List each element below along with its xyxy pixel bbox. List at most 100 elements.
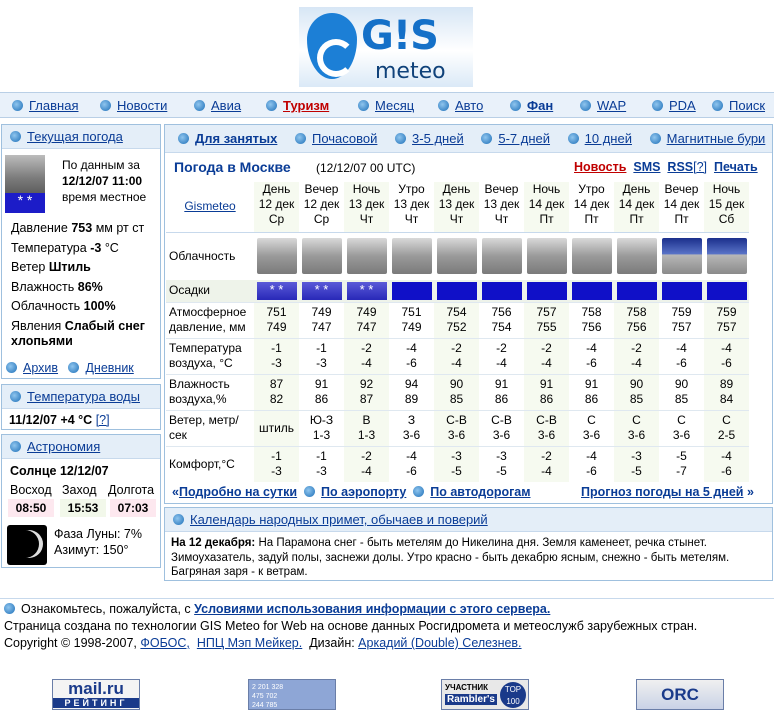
nav-label[interactable]: Главная — [29, 98, 78, 113]
news-link[interactable]: Новость — [574, 160, 626, 174]
nav-pda[interactable]: PDA — [652, 98, 696, 113]
nav-search[interactable]: Поиск — [712, 98, 765, 113]
source-link[interactable]: Gismeteo — [184, 199, 235, 213]
calendar-link[interactable]: Календарь народных примет, обычаев и пов… — [190, 512, 488, 527]
source-cell: Gismeteo — [166, 182, 254, 232]
nav-auto[interactable]: Авто — [438, 98, 483, 113]
cloud-icon — [301, 238, 342, 275]
row-label: Облачность — [169, 248, 236, 263]
value-cell: С 2-5 — [704, 410, 749, 446]
arrow-icon — [4, 603, 15, 614]
precip-icon — [436, 281, 477, 300]
tab-3-5[interactable]: 3-5 дней — [395, 131, 464, 146]
value-cell: -4 -6 — [704, 446, 749, 482]
arrow-icon — [510, 100, 521, 111]
tab-5-7[interactable]: 5-7 дней — [481, 131, 550, 146]
hum-row: Влажность воздуха,% 87 82 91 86 92 87 94 89 90 85 9… — [166, 374, 749, 410]
nav-tourism[interactable]: Туризм — [266, 98, 329, 113]
nav-wap[interactable]: WAP — [580, 98, 626, 113]
nav-avia[interactable]: Авиа — [194, 98, 241, 113]
author-link[interactable]: Аркадий (Double) Селезнев. — [358, 636, 521, 650]
column-header: Ночь 13 дек Чт — [344, 182, 389, 232]
water-temp-link[interactable]: Температура воды — [27, 389, 140, 404]
arrow-icon — [413, 486, 425, 497]
archive-link[interactable]: Архив — [23, 361, 58, 375]
sms-link[interactable]: SMS — [633, 160, 660, 174]
site-logo[interactable]: G!S meteo — [299, 7, 473, 87]
precip-icon — [526, 281, 567, 300]
nav-label[interactable]: Новости — [117, 98, 167, 113]
nav-label[interactable]: Авто — [455, 98, 483, 113]
tab-busy[interactable]: Для занятых — [178, 131, 277, 146]
mailru-rating-banner[interactable]: mail.ru РЕЙТИНГ — [52, 679, 140, 710]
value-cell: 87 82 — [254, 374, 299, 410]
column-header: Утро 14 дек Пт — [573, 182, 610, 226]
roads-link[interactable]: По автодорогам — [430, 485, 530, 499]
nav-news[interactable]: Новости — [100, 98, 167, 113]
tab-magnetic[interactable]: Магнитные бури — [649, 131, 765, 146]
value-cell: -4 -6 — [586, 449, 597, 479]
diary-link[interactable]: Дневник — [85, 361, 133, 375]
rss-link[interactable]: RSS — [667, 160, 693, 174]
cloud-icon — [526, 238, 567, 275]
value-cell: С 3-6 — [614, 410, 659, 446]
value-cell: -2 -4 — [524, 446, 569, 482]
airport-link[interactable]: По аэропорту — [321, 485, 406, 499]
column-header: Ночь 15 дек Сб — [704, 182, 749, 232]
fobos-link[interactable]: ФОБОС, — [140, 636, 190, 650]
rambler-top100-banner[interactable]: УЧАСТНИК Rambler's TOP 100 — [441, 679, 529, 710]
astronomy-link[interactable]: Астрономия — [27, 439, 100, 454]
orc-banner[interactable]: ORC — [636, 679, 724, 710]
arrow-icon — [68, 362, 80, 373]
astronomy-box: Астрономия Солнце 12/12/07 Восход Заход … — [1, 434, 161, 568]
nav-month[interactable]: Месяц — [358, 98, 414, 113]
current-weather-box: Текущая погода * * По данным за 12/12/07… — [1, 124, 161, 379]
help-link[interactable]: [?] — [96, 413, 110, 427]
value-cell: -3 -5 — [496, 449, 507, 479]
current-weather-link[interactable]: Текущая погода — [27, 129, 123, 144]
value-cell: -4 -6 — [406, 341, 417, 370]
value-cell: 91 86 — [314, 377, 329, 406]
cloud-icon — [616, 238, 657, 275]
value-cell: -3 -5 — [434, 446, 479, 482]
value-cell: 751 749 — [401, 305, 422, 334]
water-temp-value: 11/12/07 +4 °C [?] — [9, 413, 110, 427]
value-cell: 94 89 — [404, 377, 419, 406]
nav-label[interactable]: Поиск — [729, 98, 765, 113]
terms-link[interactable]: Условиями использования информации с это… — [194, 602, 550, 616]
counter-banner[interactable]: 2 201 328 475 702 244 785 — [248, 679, 336, 710]
nav-home[interactable]: Главная — [12, 98, 78, 113]
current-weather-time: По данным за 12/12/07 11:00 время местно… — [62, 158, 147, 204]
header-row: Gismeteo День 12 дек Ср Вечер 12 дек Ср Ночь 13 … — [166, 182, 749, 232]
five-day-link[interactable]: Прогноз погоды на 5 дней — [581, 485, 743, 499]
nav-label[interactable]: Месяц — [375, 98, 414, 113]
npc-link[interactable]: НПЦ Мэп Мейкер. — [197, 636, 302, 650]
nav-label[interactable]: PDA — [669, 98, 696, 113]
daylength-label: Долгота — [108, 483, 155, 497]
snow-icon: * * — [301, 281, 342, 300]
rss-help-link[interactable]: [?] — [693, 160, 707, 174]
calendar-text: На 12 декабря: На Парамона снег - быть м… — [171, 537, 730, 578]
tab-10[interactable]: 10 дней — [567, 131, 632, 146]
day-link[interactable]: Подробно на сутки — [179, 485, 297, 499]
row-label: Комфорт,°C — [169, 456, 235, 471]
nav-label[interactable]: Туризм — [283, 98, 329, 113]
arrow-icon — [100, 100, 111, 111]
value-cell: С 3-6 — [582, 413, 601, 442]
current-weather-values: Давление 753 мм рт ст Температура -3 °C … — [11, 221, 145, 348]
value-cell: -3 -5 — [614, 446, 659, 482]
arrow-icon — [395, 133, 407, 144]
precip-icon — [616, 281, 657, 300]
print-link[interactable]: Печать — [714, 160, 758, 174]
column-header: Вечер 13 дек Чт — [483, 182, 520, 226]
precip-icon — [391, 281, 432, 300]
current-weather-header: Текущая погода — [2, 125, 160, 149]
nav-label[interactable]: Авиа — [211, 98, 241, 113]
tab-hourly[interactable]: Почасовой — [295, 131, 377, 146]
nav-label[interactable]: WAP — [597, 98, 626, 113]
nav-fan[interactable]: Фан — [510, 98, 553, 113]
value-cell: Ю-З 1-3 — [309, 413, 334, 442]
nav-label[interactable]: Фан — [527, 98, 553, 113]
column-header: Утро 13 дек Чт — [393, 182, 430, 226]
wind-row: Ветер, метр/сек штиль Ю-З 1-3 В 1-3 З 3-6 С-В 3-6… — [166, 410, 749, 446]
